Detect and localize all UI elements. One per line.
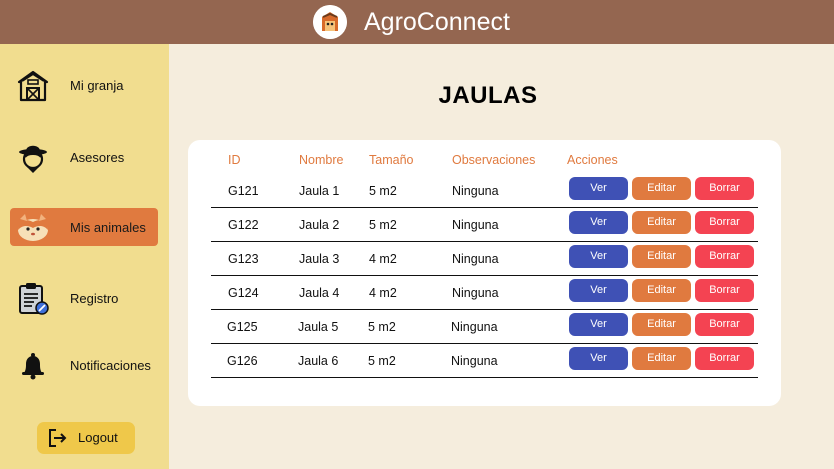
view-button[interactable]: Ver bbox=[569, 211, 628, 234]
delete-button[interactable]: Borrar bbox=[695, 177, 754, 200]
column-header-observaciones: Observaciones bbox=[452, 153, 536, 167]
cell-tamano: 5 m2 bbox=[369, 184, 397, 198]
cell-observaciones: Ninguna bbox=[452, 218, 499, 232]
cell-tamano: 5 m2 bbox=[368, 354, 396, 368]
cell-nombre: Jaula 3 bbox=[299, 252, 340, 266]
sidebar-item-mis-animales[interactable]: Mis animales bbox=[10, 208, 158, 246]
cell-nombre: Jaula 2 bbox=[299, 218, 340, 232]
cell-tamano: 4 m2 bbox=[369, 252, 397, 266]
edit-button[interactable]: Editar bbox=[632, 177, 691, 200]
sidebar: Mi granja Asesores Mis animales Registro… bbox=[0, 44, 169, 469]
delete-button[interactable]: Borrar bbox=[695, 211, 754, 234]
view-button[interactable]: Ver bbox=[569, 313, 628, 336]
edit-button[interactable]: Editar bbox=[632, 313, 691, 336]
sidebar-item-notificaciones[interactable]: Notificaciones bbox=[10, 346, 158, 384]
column-header-nombre: Nombre bbox=[299, 153, 344, 167]
sidebar-item-label: Asesores bbox=[70, 150, 125, 165]
cell-id: G125 bbox=[227, 320, 258, 334]
app-logo-icon bbox=[313, 5, 347, 39]
cell-nombre: Jaula 5 bbox=[298, 320, 339, 334]
view-button[interactable]: Ver bbox=[569, 347, 628, 370]
cages-table-card: ID Nombre Tamaño Observaciones Acciones … bbox=[188, 140, 781, 406]
view-button[interactable]: Ver bbox=[569, 279, 628, 302]
sidebar-item-label: Mis animales bbox=[70, 220, 146, 235]
table-row: G125 Jaula 5 5 m2 Ninguna Ver Editar Bor… bbox=[211, 310, 758, 344]
bell-icon bbox=[16, 348, 50, 382]
delete-button[interactable]: Borrar bbox=[695, 313, 754, 336]
edit-button[interactable]: Editar bbox=[632, 279, 691, 302]
cell-observaciones: Ninguna bbox=[452, 184, 499, 198]
table-row: G126 Jaula 6 5 m2 Ninguna Ver Editar Bor… bbox=[211, 344, 758, 378]
sidebar-item-label: Registro bbox=[70, 291, 119, 306]
cell-nombre: Jaula 6 bbox=[298, 354, 339, 368]
cell-observaciones: Ninguna bbox=[451, 320, 498, 334]
delete-button[interactable]: Borrar bbox=[695, 245, 754, 268]
cell-tamano: 5 m2 bbox=[369, 218, 397, 232]
cell-nombre: Jaula 4 bbox=[299, 286, 340, 300]
sidebar-item-registro[interactable]: Registro bbox=[10, 279, 158, 317]
cell-nombre: Jaula 1 bbox=[299, 184, 340, 198]
delete-button[interactable]: Borrar bbox=[695, 279, 754, 302]
top-bar: AgroConnect bbox=[0, 0, 834, 44]
cell-id: G126 bbox=[227, 354, 258, 368]
column-header-acciones: Acciones bbox=[567, 153, 618, 167]
cell-id: G122 bbox=[228, 218, 259, 232]
edit-button[interactable]: Editar bbox=[632, 245, 691, 268]
sidebar-item-asesores[interactable]: Asesores bbox=[10, 138, 158, 176]
clipboard-icon bbox=[16, 281, 50, 315]
logout-icon bbox=[47, 428, 67, 448]
cell-tamano: 4 m2 bbox=[369, 286, 397, 300]
view-button[interactable]: Ver bbox=[569, 177, 628, 200]
farmer-icon bbox=[16, 140, 50, 174]
app-title: AgroConnect bbox=[364, 8, 510, 36]
cell-id: G123 bbox=[228, 252, 259, 266]
page-title: JAULAS bbox=[438, 82, 538, 109]
sidebar-item-label: Notificaciones bbox=[70, 358, 151, 373]
cell-id: G124 bbox=[228, 286, 259, 300]
edit-button[interactable]: Editar bbox=[632, 211, 691, 234]
column-header-tamano: Tamaño bbox=[369, 153, 414, 167]
view-button[interactable]: Ver bbox=[569, 245, 628, 268]
sidebar-item-mi-granja[interactable]: Mi granja bbox=[10, 66, 158, 104]
edit-button[interactable]: Editar bbox=[632, 347, 691, 370]
table-row: G121 Jaula 1 5 m2 Ninguna Ver Editar Bor… bbox=[211, 174, 758, 208]
hamster-icon bbox=[16, 210, 50, 244]
table-row: G123 Jaula 3 4 m2 Ninguna Ver Editar Bor… bbox=[211, 242, 758, 276]
cell-observaciones: Ninguna bbox=[452, 252, 499, 266]
cell-observaciones: Ninguna bbox=[452, 286, 499, 300]
sidebar-item-label: Mi granja bbox=[70, 78, 124, 93]
barn-icon bbox=[16, 68, 50, 102]
cell-observaciones: Ninguna bbox=[451, 354, 498, 368]
column-header-id: ID bbox=[228, 153, 241, 167]
logout-button[interactable]: Logout bbox=[37, 422, 135, 454]
table-row: G122 Jaula 2 5 m2 Ninguna Ver Editar Bor… bbox=[211, 208, 758, 242]
delete-button[interactable]: Borrar bbox=[695, 347, 754, 370]
table-row: G124 Jaula 4 4 m2 Ninguna Ver Editar Bor… bbox=[211, 276, 758, 310]
logout-label: Logout bbox=[78, 430, 118, 445]
cell-id: G121 bbox=[228, 184, 259, 198]
cell-tamano: 5 m2 bbox=[368, 320, 396, 334]
